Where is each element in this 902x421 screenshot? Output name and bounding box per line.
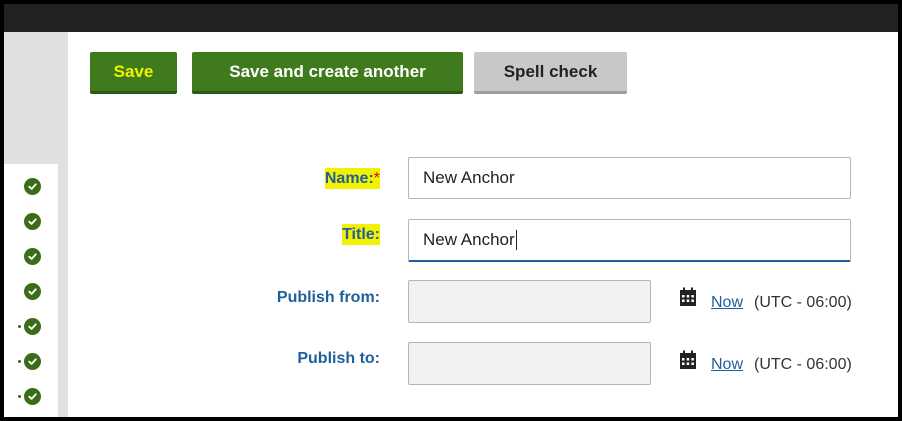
- title-field[interactable]: New Anchor: [408, 219, 851, 262]
- check-icon: [24, 318, 41, 335]
- publish-to-label-text: Publish to:: [297, 350, 380, 367]
- title-field-value: New Anchor: [423, 230, 515, 249]
- page-frame: Save Save and create another Spell check…: [4, 4, 898, 417]
- status-item: [18, 388, 48, 417]
- text-caret: [515, 230, 517, 250]
- name-label-text: Name:: [324, 170, 374, 187]
- top-bar: [4, 4, 898, 32]
- status-item: [24, 178, 48, 213]
- required-marker: *: [373, 170, 380, 187]
- name-label-highlight: Name:*: [324, 168, 380, 189]
- publish-from-timezone: (UTC - 06:00): [754, 294, 852, 311]
- calendar-icon[interactable]: [679, 350, 697, 370]
- status-item: [24, 248, 48, 283]
- check-icon: [24, 283, 41, 300]
- sidebar-divider: [58, 164, 68, 417]
- title-label: Title:: [180, 224, 380, 245]
- publish-from-label: Publish from:: [180, 289, 380, 307]
- publish-to-label: Publish to:: [180, 350, 380, 368]
- bullet-icon: [18, 360, 21, 363]
- bullet-icon: [18, 325, 21, 328]
- status-item: [24, 283, 48, 318]
- publish-from-label-text: Publish from:: [276, 289, 380, 306]
- title-label-text: Title:: [342, 224, 380, 245]
- name-field[interactable]: New Anchor: [408, 157, 851, 199]
- check-icon: [24, 178, 41, 195]
- check-icon: [24, 248, 41, 265]
- publish-to-now-link[interactable]: Now: [711, 356, 743, 374]
- publish-to-field[interactable]: [408, 342, 651, 385]
- name-field-value: New Anchor: [423, 168, 515, 187]
- status-item: [18, 353, 48, 388]
- check-icon: [24, 353, 41, 370]
- calendar-icon[interactable]: [679, 287, 697, 307]
- status-list: [18, 178, 48, 417]
- main-content: Save Save and create another Spell check…: [68, 32, 898, 417]
- save-button[interactable]: Save: [90, 52, 177, 94]
- status-item: [24, 213, 48, 248]
- bullet-icon: [18, 395, 21, 398]
- publish-from-field[interactable]: [408, 280, 651, 323]
- check-icon: [24, 213, 41, 230]
- spell-check-button[interactable]: Spell check: [474, 52, 627, 94]
- left-sidebar: [4, 32, 68, 417]
- name-label: Name:*: [180, 168, 380, 189]
- publish-from-now-link[interactable]: Now: [711, 294, 743, 312]
- sidebar-gray-panel: [4, 32, 68, 164]
- save-and-create-another-button[interactable]: Save and create another: [192, 52, 463, 94]
- check-icon: [24, 388, 41, 405]
- status-item: [18, 318, 48, 353]
- publish-to-timezone: (UTC - 06:00): [754, 356, 852, 373]
